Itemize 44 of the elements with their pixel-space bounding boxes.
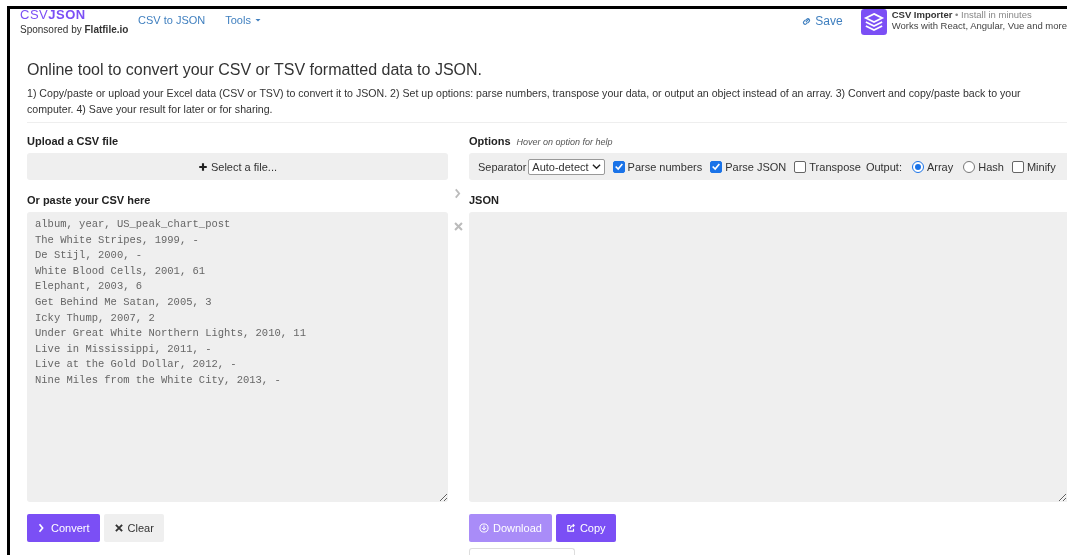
option-label: Transpose (809, 160, 861, 173)
plus-icon (197, 161, 208, 172)
sponsor-text: Sponsored by Flatfile.io (20, 24, 130, 35)
copy-button[interactable]: Copy (555, 514, 616, 542)
checkbox[interactable] (612, 160, 625, 173)
checkbox[interactable] (710, 160, 723, 173)
checkbox[interactable] (794, 160, 807, 173)
separator-dropdown[interactable]: Auto-detect (528, 158, 605, 175)
caret-icon (253, 16, 262, 24)
section-label: JSON (469, 194, 500, 208)
promo-subtitle: Works with React, Angular, Vue and more (891, 20, 1067, 31)
promo-tagline: • Install in minutes (954, 9, 1032, 20)
csv-input[interactable]: album, year, US_peak_chart_post The White Stripes, 1999, - De Stijl, 2000, - White Blood Cells, 2001, 61 Elephant, 2003, 6 Get Behind Me Satan, 2005, 3 Icky Thump, 2007, 2 Under Great White Northern Lights, 2010, 11 Live in Mississippi, 2011, - Live at the Gold Dollar, 2012, - Nine Miles from the White City, 2013, - (27, 212, 448, 502)
logo[interactable]: CSVJSON (20, 9, 138, 20)
radio-button[interactable] (963, 160, 976, 173)
section-label: Upload a CSV file (27, 135, 120, 149)
layers-icon (860, 9, 887, 35)
option-label: Output: (865, 160, 902, 173)
x-icon (113, 523, 124, 533)
x-icon (453, 220, 464, 233)
checkbox[interactable] (1011, 160, 1024, 173)
link-icon (801, 15, 813, 27)
section-label: Or paste your CSV here (27, 194, 152, 208)
select-file-button[interactable]: Select a file... (27, 153, 448, 180)
option-label: Parse numbers (627, 160, 703, 173)
section-label: Options (469, 135, 511, 147)
clear-button[interactable]: Clear (103, 514, 164, 542)
share-icon (565, 523, 576, 533)
radio-button[interactable] (911, 160, 924, 173)
option-label: Hash (978, 160, 1004, 173)
save-link[interactable]: Save (801, 14, 843, 28)
option-label: Separator (478, 160, 527, 173)
nav-link[interactable]: CSV to JSON (138, 14, 206, 26)
convert-button[interactable]: Convert (27, 514, 100, 542)
option-label: Array (926, 160, 954, 173)
download-icon (479, 523, 489, 533)
promo-title: CSV Importer (891, 9, 953, 20)
option-label: Parse JSON (725, 160, 787, 173)
option-label: Minify (1026, 160, 1056, 173)
nav-link[interactable]: Tools (225, 14, 262, 26)
hint-text: Hover on option for help (516, 137, 613, 147)
chevron-down-icon (591, 161, 601, 171)
page-title: Online tool to convert your CSV or TSV formatted data to JSON. (27, 61, 484, 79)
description-text: 1) Copy/paste or upload your Excel data (CSV or TSV) to convert it to JSON. 2) Set up options: parse numbers, transpose your data, or output an object instead of an array. 3) Convert and copy/paste back to your computer. 4) Save your result for later or for sharing. (27, 86, 1022, 117)
